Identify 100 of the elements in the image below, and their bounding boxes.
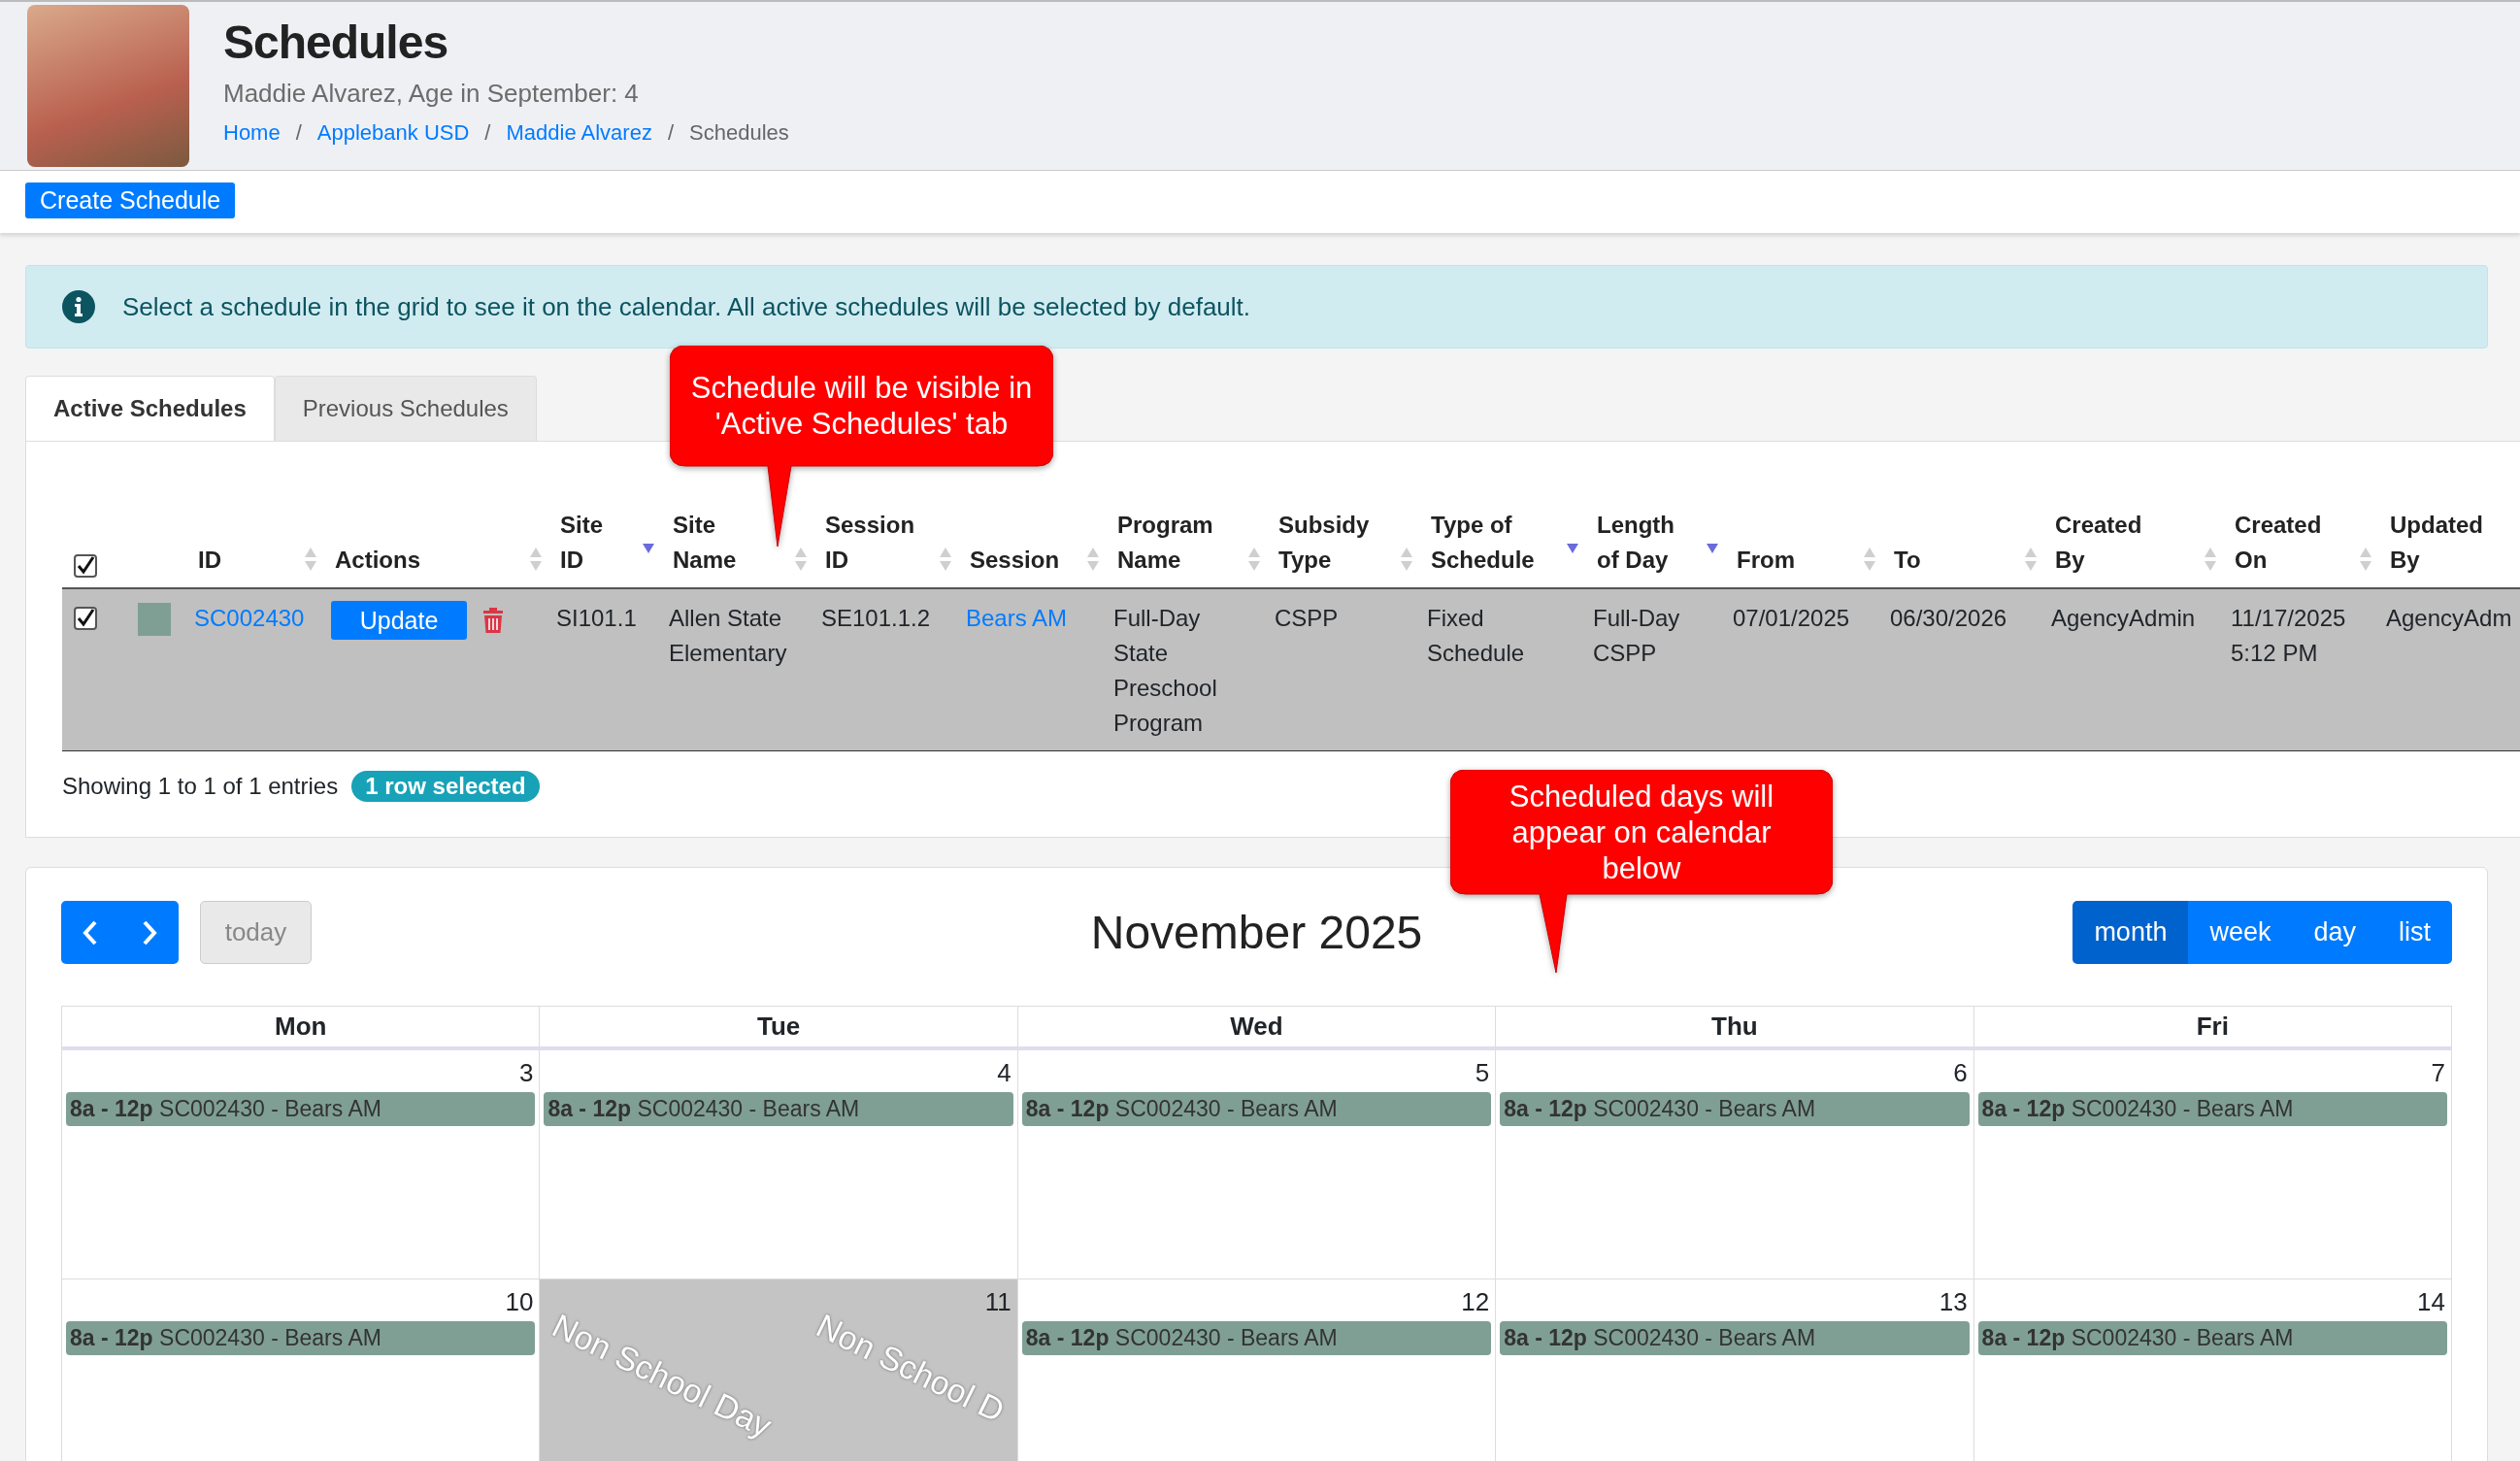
entries-info: Showing 1 to 1 of 1 entries (62, 773, 339, 800)
create-schedule-button[interactable]: Create Schedule (25, 183, 236, 218)
chevron-left-icon (83, 919, 99, 946)
table-cell: AgencyAdm (2386, 605, 2512, 631)
calendar-event[interactable]: 8a - 12p SC002430 - Bears AM (1977, 1321, 2447, 1355)
calendar-event[interactable]: 8a - 12p SC002430 - Bears AM (66, 1092, 536, 1126)
page-title: Schedules (223, 16, 449, 69)
view-button[interactable]: week (2188, 901, 2293, 964)
calendar-event[interactable]: 8a - 12p SC002430 - Bears AM (1977, 1092, 2447, 1126)
sort-icon[interactable] (2024, 547, 2038, 572)
table-cell: Full-Day State Preschool Program (1113, 605, 1217, 736)
sort-icon[interactable] (304, 547, 317, 572)
day-cell[interactable]: 4 8a - 12p SC002430 - Bears AM (540, 1050, 1018, 1279)
sort-icon[interactable] (1247, 547, 1261, 572)
day-number: 6 (1953, 1058, 1968, 1088)
table-cell: CSPP (1275, 605, 1339, 631)
update-button[interactable]: Update (331, 601, 467, 640)
calendar-event[interactable]: 8a - 12p SC002430 - Bears AM (544, 1092, 1013, 1126)
column-header[interactable]: To (1894, 543, 1921, 578)
calendar-event[interactable]: 8a - 12p SC002430 - Bears AM (1021, 1321, 1492, 1355)
day-cell[interactable]: 12 8a - 12p SC002430 - Bears AM (1017, 1279, 1497, 1461)
weekday-header: Fri (1973, 1007, 2452, 1050)
sort-icon[interactable] (794, 547, 808, 572)
day-cell[interactable]: 10 8a - 12p SC002430 - Bears AM (62, 1279, 541, 1461)
column-header[interactable]: Updated By (2390, 508, 2506, 578)
sort-icon[interactable] (1863, 547, 1876, 572)
column-header[interactable]: Session ID (825, 508, 917, 578)
sort-icon[interactable] (2359, 547, 2372, 572)
table-row[interactable]: SC002430 Update SI101.1 Allen State Elementary SE101.1.2 Bears AM Full-Day State Preschool Program CSPP Fixed Schedule Full-Day CSPP 07/01/2025 06/30/2026 AgencyAdmin 11/17/2025 5:12 PM AgencyAdm (62, 588, 2520, 751)
day-number: 12 (1461, 1287, 1490, 1317)
breadcrumb-separator: / (484, 120, 491, 146)
trash-icon[interactable] (482, 607, 504, 634)
table-cell: SI101.1 (556, 605, 637, 631)
column-header[interactable]: Site ID (560, 508, 609, 578)
view-button[interactable]: day (2292, 901, 2377, 964)
weekday-header: Thu (1496, 1007, 1974, 1050)
table-cell: Allen State Elementary (669, 605, 787, 666)
sort-icon[interactable] (1086, 547, 1100, 572)
column-header[interactable]: Length of Day (1597, 508, 1684, 578)
day-cell[interactable]: 14 8a - 12p SC002430 - Bears AM (1973, 1279, 2452, 1461)
alert-message: Select a schedule in the grid to see it on the calendar. All active schedules will be selected by default. (122, 291, 1251, 322)
calendar-title: November 2025 (1090, 906, 1423, 959)
weekday-header: Tue (540, 1007, 1018, 1050)
sort-icon[interactable] (529, 547, 543, 572)
page-subtitle: Maddie Alvarez, Age in September: 4 (223, 79, 640, 109)
weekday-header: Wed (1017, 1007, 1497, 1050)
column-header[interactable]: Subsidy Type (1278, 508, 1376, 578)
column-header[interactable]: Program Name (1117, 508, 1219, 578)
column-header[interactable]: Created By (2055, 508, 2152, 578)
view-button[interactable]: list (2377, 901, 2452, 964)
sort-icon[interactable] (939, 547, 952, 572)
selected-count-badge: 1 row selected (351, 771, 540, 802)
tab[interactable]: Active Schedules (25, 376, 275, 441)
column-header[interactable]: Created On (2235, 508, 2327, 578)
day-number: 7 (2431, 1058, 2445, 1088)
sort-descending-icon[interactable] (642, 543, 655, 554)
column-header[interactable]: Site Name (673, 508, 741, 578)
view-button[interactable]: month (2072, 901, 2189, 964)
column-header[interactable]: Type of Schedule (1431, 508, 1547, 578)
column-header[interactable]: Session (970, 543, 1060, 578)
column-header[interactable]: Actions (335, 543, 420, 578)
info-icon (62, 290, 95, 323)
day-cell[interactable]: 5 8a - 12p SC002430 - Bears AM (1017, 1050, 1497, 1279)
column-header[interactable]: ID (198, 543, 221, 578)
day-number: 13 (1939, 1287, 1968, 1317)
select-all-checkbox[interactable] (74, 554, 97, 578)
callout: Scheduled days will appear on calendar below (1450, 770, 1833, 973)
table-cell: AgencyAdmin (2051, 605, 2196, 631)
table-cell: 07/01/2025 (1733, 605, 1850, 631)
sort-icon[interactable] (1400, 547, 1413, 572)
day-number: 3 (518, 1058, 534, 1088)
breadcrumb-separator: / (667, 120, 675, 146)
table-cell: 06/30/2026 (1890, 605, 2007, 631)
weekday-header: Mon (62, 1007, 541, 1050)
day-cell[interactable]: 3 8a - 12p SC002430 - Bears AM (62, 1050, 541, 1279)
sort-descending-icon[interactable] (1706, 543, 1719, 554)
day-number: 5 (1475, 1058, 1490, 1088)
table-cell: Full-Day CSPP (1593, 605, 1680, 666)
breadcrumb-separator: / (295, 120, 302, 146)
column-header[interactable]: From (1737, 543, 1795, 578)
sort-descending-icon[interactable] (1566, 543, 1579, 554)
calendar-event[interactable]: 8a - 12p SC002430 - Bears AM (66, 1321, 536, 1355)
breadcrumb-current: Schedules (689, 120, 789, 146)
row-checkbox[interactable] (74, 607, 97, 630)
day-cell[interactable]: 6 8a - 12p SC002430 - Bears AM (1496, 1050, 1974, 1279)
day-cell[interactable]: 13 8a - 12p SC002430 - Bears AM (1496, 1279, 1974, 1461)
day-number: 11 (984, 1287, 1011, 1317)
day-number: 10 (505, 1287, 534, 1317)
table-cell: SE101.1.2 (821, 605, 931, 631)
day-number: 14 (2417, 1287, 2445, 1317)
table-cell: Fixed Schedule (1427, 605, 1525, 666)
table-cell: 11/17/2025 5:12 PM (2231, 605, 2346, 666)
calendar-event[interactable]: 8a - 12p SC002430 - Bears AM (1500, 1321, 1970, 1355)
calendar-event[interactable]: 8a - 12p SC002430 - Bears AM (1500, 1092, 1970, 1126)
day-cell[interactable]: 7 8a - 12p SC002430 - Bears AM (1973, 1050, 2452, 1279)
calendar-event[interactable]: 8a - 12p SC002430 - Bears AM (1021, 1092, 1492, 1126)
sort-icon[interactable] (2204, 547, 2217, 572)
day-number: 4 (997, 1058, 1011, 1088)
chevron-right-icon (141, 919, 157, 946)
tab[interactable]: Previous Schedules (274, 376, 537, 441)
